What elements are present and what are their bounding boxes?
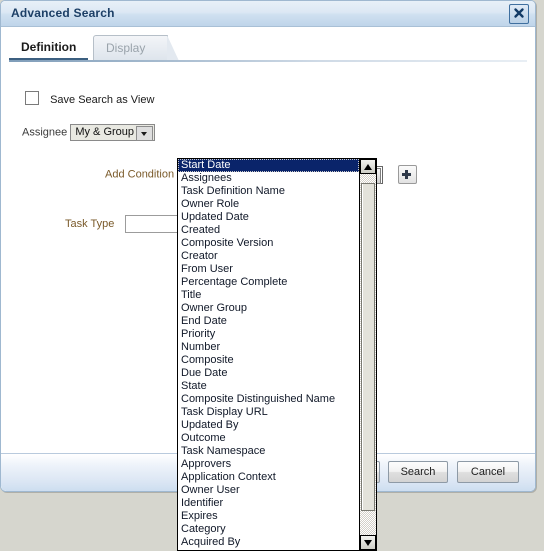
save-search-label: Save Search as View <box>50 94 155 106</box>
assignee-label: Assignee <box>22 126 68 139</box>
dropdown-option[interactable]: Created <box>178 224 359 237</box>
dropdown-option[interactable]: Priority <box>178 328 359 341</box>
dropdown-option[interactable]: Due Date <box>178 367 359 380</box>
caret-down-icon[interactable] <box>360 535 376 550</box>
add-condition-button[interactable] <box>398 165 418 184</box>
tab-definition-label: Definition <box>21 40 77 54</box>
dropdown-option[interactable]: Composite Version <box>178 237 359 250</box>
tabstrip: Display Definition <box>1 35 535 62</box>
save-search-row: Save Search as View <box>25 91 154 106</box>
close-icon[interactable] <box>509 4 529 24</box>
dropdown-option[interactable]: Owner Role <box>178 198 359 211</box>
dropdown-option[interactable]: Percentage Complete <box>178 276 359 289</box>
dropdown-option[interactable]: Updated By <box>178 419 359 432</box>
dropdown-option[interactable]: From User <box>178 263 359 276</box>
cancel-button[interactable]: Cancel <box>457 461 519 483</box>
dropdown-scrollbar[interactable] <box>359 159 376 550</box>
dropdown-option[interactable]: Owner User <box>178 484 359 497</box>
dropdown-option[interactable]: Owner Group <box>178 302 359 315</box>
dropdown-option[interactable]: Updated Date <box>178 211 359 224</box>
search-button[interactable]: Search <box>388 461 448 483</box>
save-search-checkbox[interactable] <box>25 91 39 105</box>
screen: Advanced Search Display Definition Save … <box>0 0 544 551</box>
tab-display-label: Display <box>106 41 146 55</box>
dropdown-option[interactable]: Acquired By <box>178 536 359 549</box>
dropdown-option[interactable]: Expires <box>178 510 359 523</box>
tab-display[interactable]: Display <box>93 35 180 61</box>
add-condition-dropdown-list[interactable]: Start Date Assignees Task Definition Name O… <box>177 158 377 551</box>
dropdown-option[interactable]: End Date <box>178 315 359 328</box>
dropdown-option[interactable]: Composite <box>178 354 359 367</box>
dropdown-option[interactable]: Application Context <box>178 471 359 484</box>
dropdown-option[interactable]: Identifier <box>178 497 359 510</box>
assignee-row: Assignee My & Group <box>22 124 156 141</box>
caret-up-icon[interactable] <box>360 159 376 174</box>
assignee-select[interactable]: My & Group <box>70 124 156 141</box>
scrollbar-thumb[interactable] <box>361 183 375 511</box>
chevron-down-icon[interactable] <box>136 126 154 141</box>
dropdown-option[interactable]: Task Display URL <box>178 406 359 419</box>
tabstrip-baseline <box>9 60 527 62</box>
dialog-title: Advanced Search <box>11 6 115 20</box>
dropdown-option[interactable]: State <box>178 380 359 393</box>
tab-definition[interactable]: Definition <box>9 35 89 61</box>
dropdown-option[interactable]: Category <box>178 523 359 536</box>
task-type-label: Task Type <box>65 217 115 230</box>
dropdown-option[interactable]: Creator <box>178 250 359 263</box>
dropdown-option[interactable]: Start Date <box>178 159 359 172</box>
dropdown-option[interactable]: Approvers <box>178 458 359 471</box>
dropdown-options[interactable]: Start Date Assignees Task Definition Name O… <box>178 159 359 550</box>
dropdown-option[interactable]: Number <box>178 341 359 354</box>
dropdown-option[interactable]: Task Definition Name <box>178 185 359 198</box>
assignee-select-value: My & Group <box>75 126 135 138</box>
dropdown-option[interactable]: Task Namespace <box>178 445 359 458</box>
dropdown-option[interactable]: Assignees <box>178 172 359 185</box>
dropdown-option[interactable]: Outcome <box>178 432 359 445</box>
dropdown-option[interactable]: Title <box>178 289 359 302</box>
dropdown-option[interactable]: Composite Distinguished Name <box>178 393 359 406</box>
dialog-titlebar: Advanced Search <box>1 1 535 27</box>
add-condition-label: Add Condition <box>105 168 175 181</box>
